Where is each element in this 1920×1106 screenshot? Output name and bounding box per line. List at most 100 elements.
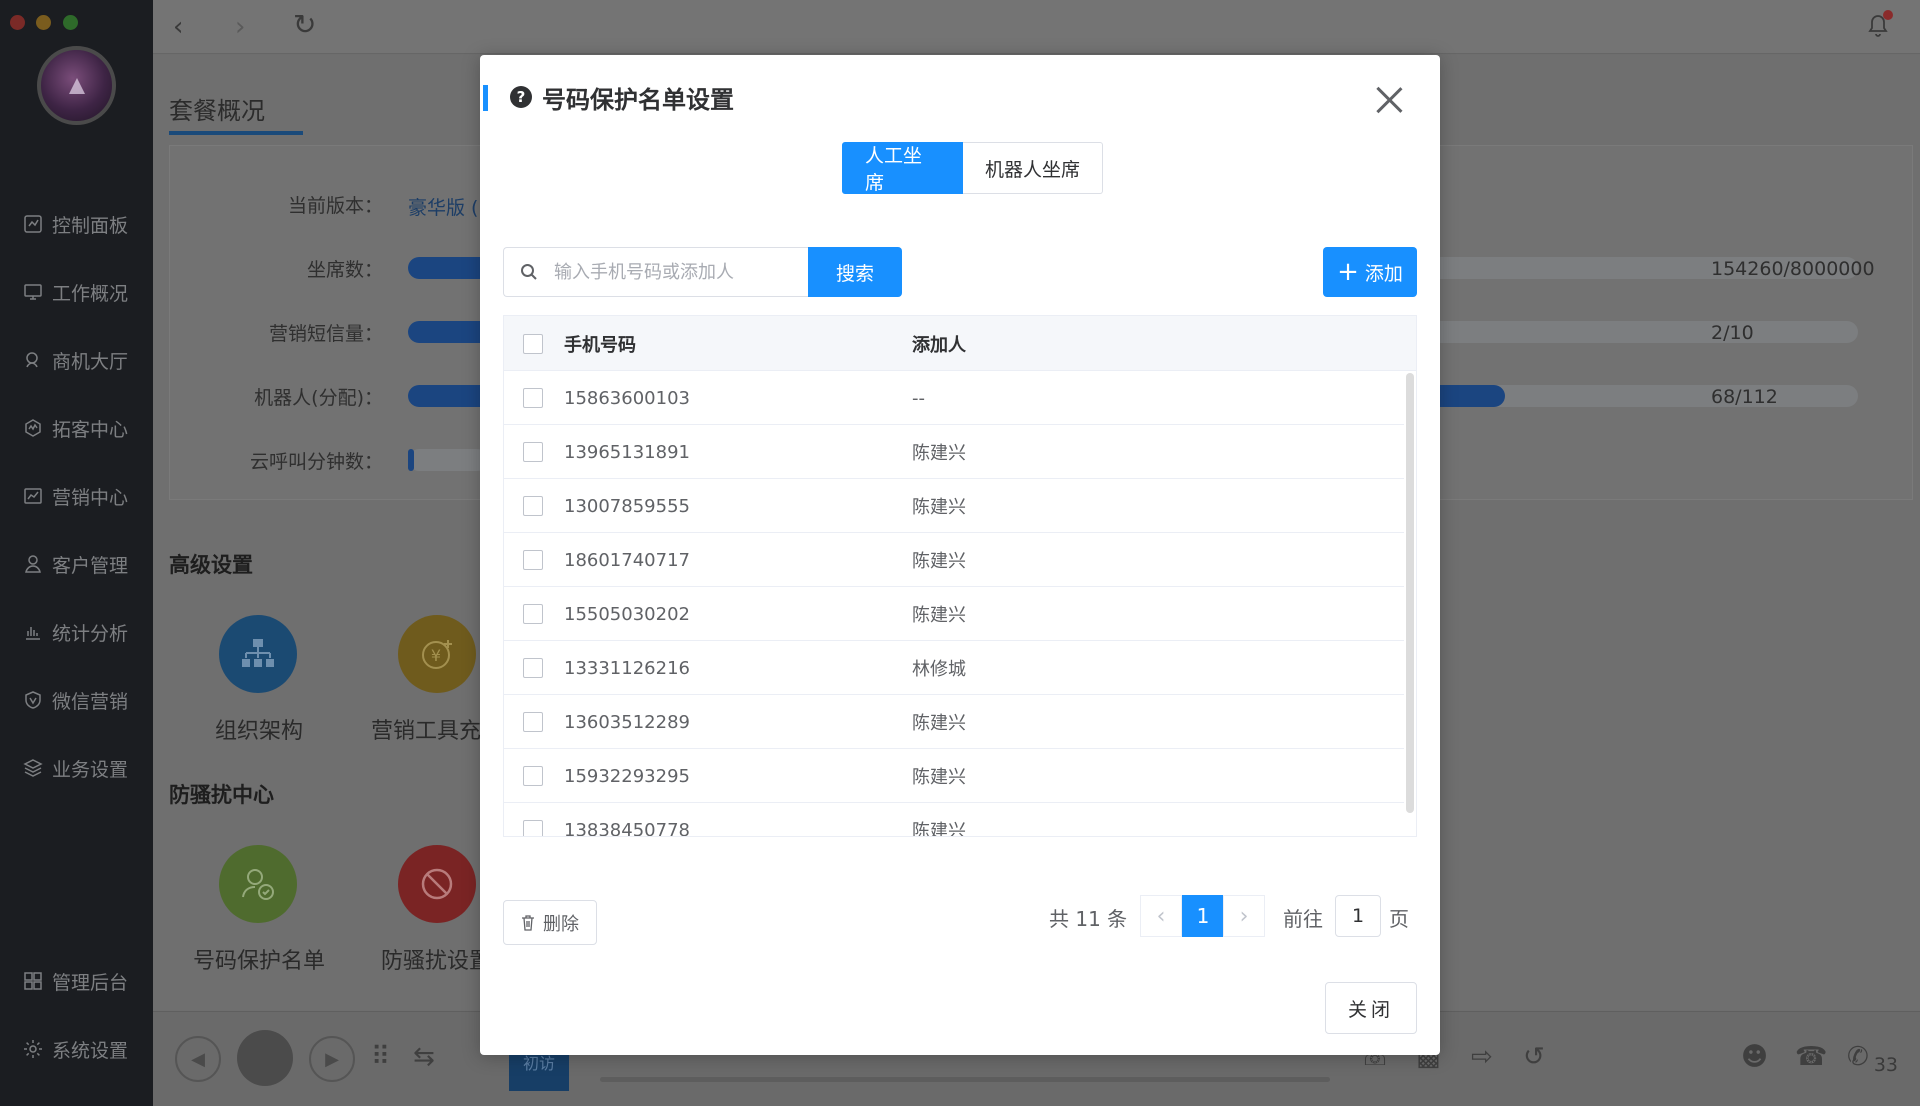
search-button[interactable]: 搜索 <box>808 247 902 297</box>
refresh-icon[interactable]: ↻ <box>293 8 316 41</box>
pagination-goto-label: 前往 <box>1283 907 1323 931</box>
sidebar-item-statistics[interactable]: 统计分析 <box>22 617 128 647</box>
advanced-settings-title: 高级设置 <box>169 553 253 577</box>
anti-harassment-settings-button[interactable] <box>398 845 476 923</box>
prev-call-icon[interactable]: ◀ <box>175 1036 221 1082</box>
avatar[interactable] <box>37 46 116 125</box>
add-button[interactable]: + 添加 <box>1323 247 1417 297</box>
pagination-current-page[interactable]: 1 <box>1182 895 1224 937</box>
search-icon <box>521 264 537 280</box>
sidebar-item-business-settings[interactable]: 业务设置 <box>22 753 128 783</box>
close-icon[interactable] <box>1374 85 1404 115</box>
table-row[interactable]: 13007859555 陈建兴 <box>504 479 1404 533</box>
pagination-goto-input[interactable]: 1 <box>1335 895 1381 937</box>
cloud-minutes-progress <box>408 449 488 471</box>
row-checkbox[interactable] <box>523 658 543 678</box>
phone-device-icon[interactable] <box>237 1030 293 1086</box>
pagination-prev-icon[interactable]: ‹ <box>1140 895 1182 937</box>
table-row[interactable]: 13965131891 陈建兴 <box>504 425 1404 479</box>
bell-icon[interactable] <box>1866 10 1893 38</box>
dialog-title-text: 号码保护名单设置 <box>542 85 734 114</box>
org-structure-label: 组织架构 <box>215 719 304 744</box>
table-row[interactable]: 15505030202 陈建兴 <box>504 587 1404 641</box>
row-checkbox[interactable] <box>523 496 543 516</box>
tab-human-seats[interactable]: 人工坐席 <box>842 142 963 194</box>
row-checkbox-cell <box>523 425 543 479</box>
cloud-minutes-label: 云呼叫分钟数： <box>249 451 383 473</box>
sidebar-item-label: 业务设置 <box>52 758 129 781</box>
marketing-tool-button[interactable]: ¥ <box>398 615 476 693</box>
sidebar-item-label: 控制面板 <box>52 214 129 237</box>
sidebar-item-system-settings[interactable]: 系统设置 <box>22 1034 128 1064</box>
loop-icon[interactable]: ↺ <box>1523 1042 1545 1072</box>
help-icon[interactable]: ? <box>510 86 532 108</box>
delete-button[interactable]: 删除 <box>503 900 597 945</box>
pagination-unit-label: 页 <box>1389 907 1409 931</box>
window-close-dot[interactable] <box>10 15 25 30</box>
seat-type-tabs: 人工坐席 机器人坐席 <box>842 142 1103 194</box>
sidebar-item-label: 商机大厅 <box>52 350 129 373</box>
headset-icon[interactable]: ☎ <box>1795 1042 1827 1072</box>
forward-icon[interactable]: › <box>235 12 245 42</box>
table-row[interactable]: 13603512289 陈建兴 <box>504 695 1404 749</box>
close-button[interactable]: 关闭 <box>1325 982 1417 1034</box>
sidebar-item-label: 微信营销 <box>52 690 129 713</box>
org-structure-button[interactable] <box>219 615 297 693</box>
table-row[interactable]: 15932293295 陈建兴 <box>504 749 1404 803</box>
row-checkbox[interactable] <box>523 766 543 786</box>
row-version: 当前版本： <box>183 191 383 221</box>
table-row[interactable]: 15863600103 -- <box>504 371 1404 425</box>
back-icon[interactable]: ‹ <box>173 12 183 42</box>
transfer-icon[interactable]: ⇆ <box>413 1042 435 1072</box>
pagination-next-icon[interactable]: › <box>1223 895 1265 937</box>
sidebar-item-work-overview[interactable]: 工作概况 <box>22 277 128 307</box>
table-row[interactable]: 13838450778 陈建兴 <box>504 803 1404 836</box>
row-checkbox-cell <box>523 371 543 425</box>
sidebar-item-dashboard[interactable]: 控制面板 <box>22 209 128 239</box>
phone-icon[interactable]: ✆ <box>1847 1042 1869 1072</box>
next-call-icon[interactable]: ▶ <box>309 1036 355 1082</box>
row-checkbox-cell <box>523 479 543 533</box>
column-header-phone[interactable]: 手机号码 <box>564 316 636 371</box>
protection-list-button[interactable] <box>219 845 297 923</box>
protection-table: 手机号码 添加人 15863600103 -- 13965131891 陈建兴 1300… <box>503 315 1417 837</box>
row-checkbox[interactable] <box>523 712 543 732</box>
table-body: 15863600103 -- 13965131891 陈建兴 13007859555 陈建… <box>504 371 1404 836</box>
sidebar-item-wechat-marketing[interactable]: 微信营销 <box>22 685 128 715</box>
table-scrollbar[interactable] <box>1406 373 1414 813</box>
robot-icon[interactable]: ☻ <box>1741 1042 1768 1072</box>
dashboard-icon <box>22 214 44 234</box>
row-checkbox[interactable] <box>523 442 543 462</box>
phone-cell: 13965131891 <box>564 441 690 463</box>
select-all-checkbox[interactable] <box>523 333 543 354</box>
table-row[interactable]: 18601740717 陈建兴 <box>504 533 1404 587</box>
seats-label: 坐席数： <box>306 259 383 281</box>
sidebar-item-label: 系统设置 <box>52 1039 129 1062</box>
column-header-adder[interactable]: 添加人 <box>912 316 966 371</box>
sidebar-item-customer-expansion[interactable]: 拓客中心 <box>22 413 128 443</box>
adder-cell: 陈建兴 <box>912 551 966 572</box>
row-checkbox[interactable] <box>523 388 543 408</box>
search-input[interactable] <box>554 261 794 283</box>
tab-package-overview[interactable]: 套餐概况 <box>169 91 265 126</box>
robot-value: 68/112 <box>1711 386 1778 408</box>
sidebar-item-customer-management[interactable]: 客户管理 <box>22 549 128 579</box>
row-checkbox-cell <box>523 803 543 836</box>
window-maximize-dot[interactable] <box>63 15 78 30</box>
window-minimize-dot[interactable] <box>36 15 51 30</box>
version-value[interactable]: 豪华版 ( <box>408 193 478 220</box>
row-checkbox[interactable] <box>523 550 543 570</box>
bar-chart-icon <box>22 622 44 642</box>
sidebar-item-opportunity-hall[interactable]: 商机大厅 <box>22 345 128 375</box>
row-checkbox[interactable] <box>523 604 543 624</box>
table-row[interactable]: 13331126216 林修城 <box>504 641 1404 695</box>
sidebar-item-marketing-center[interactable]: 营销中心 <box>22 481 128 511</box>
sidebar-item-admin[interactable]: 管理后台 <box>22 966 128 996</box>
protection-list-dialog: ? 号码保护名单设置 人工坐席 机器人坐席 搜索 + 添加 手机号码 添加人 1… <box>480 55 1440 1055</box>
tab-robot-seats[interactable]: 机器人坐席 <box>963 142 1103 194</box>
row-checkbox[interactable] <box>523 820 543 836</box>
search-field[interactable] <box>503 247 809 297</box>
export-icon[interactable]: ⇨ <box>1471 1042 1493 1072</box>
org-chart-icon <box>242 639 274 667</box>
dialpad-icon[interactable]: ⠿ <box>371 1042 390 1072</box>
